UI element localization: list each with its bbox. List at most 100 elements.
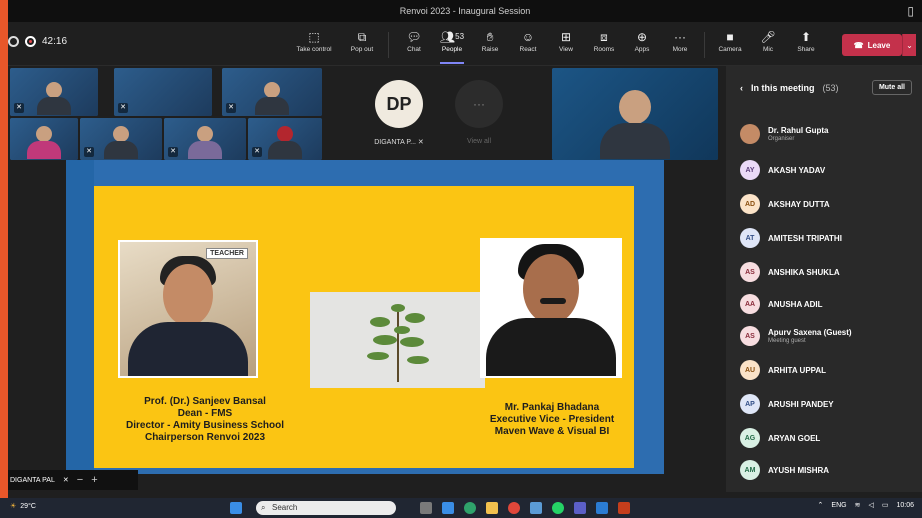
mic-off-icon: ✕ <box>226 103 236 113</box>
search-icon: ⌕ <box>261 503 266 512</box>
participant-item[interactable]: AD AKSHAY DUTTA <box>740 194 830 214</box>
word-icon[interactable] <box>596 502 608 514</box>
participant-tile[interactable]: ✕ <box>164 118 246 160</box>
system-tray: ⌃ ENG ≋ ◁ ▭ 10:06 <box>818 501 914 510</box>
participant-count: (53) <box>822 83 839 93</box>
zoom-in-button[interactable]: + <box>91 474 97 486</box>
timer-text: 42:16 <box>42 36 68 47</box>
speaker-photo-left: TEACHER <box>118 240 258 378</box>
avatar: DP <box>375 80 423 128</box>
lang-indicator[interactable]: ENG <box>831 502 846 509</box>
participant-video <box>27 126 61 160</box>
participant-item[interactable]: AT AMITESH TRIPATHI <box>740 228 842 248</box>
phone-icon: ☎ <box>853 40 864 50</box>
pop-out-button[interactable]: ⧉ Pop out <box>342 28 382 60</box>
participant-item[interactable]: AU ARHITA UPPAL <box>740 360 826 380</box>
participants-panel: ‹ In this meeting (53) Mute all Dr. Rahu… <box>726 66 922 492</box>
participant-item[interactable]: AS ANSHIKA SHUKLA <box>740 262 840 282</box>
weather-widget[interactable]: ☀ 29°C <box>10 502 36 511</box>
mic-icon: 🎤︎ <box>760 30 776 44</box>
chevron-left-icon[interactable]: ‹ <box>740 83 743 93</box>
participant-item[interactable]: Dr. Rahul Gupta Organiser <box>740 124 828 144</box>
participant-item[interactable]: AP ARUSHI PANDEY <box>740 394 834 414</box>
participant-item[interactable]: AM AYUSH MISHRA <box>740 460 829 480</box>
participant-item[interactable]: AY AKASH YADAV <box>740 160 825 180</box>
share-button[interactable]: ⬆ Share <box>786 28 826 60</box>
leave-button[interactable]: ☎ Leave <box>842 34 902 56</box>
more-button[interactable]: ··· More <box>660 28 700 60</box>
zoom-out-button[interactable]: − <box>77 474 83 486</box>
chrome-icon[interactable] <box>508 502 520 514</box>
participant-item[interactable]: AG ARYAN GOEL <box>740 428 820 448</box>
mic-off-icon: ✕ <box>168 147 178 157</box>
taskbar-search[interactable]: ⌕ Search <box>256 501 396 515</box>
participant-tile[interactable]: ✕ <box>222 68 322 116</box>
participant-video <box>255 82 289 116</box>
avatar: AY <box>740 160 760 180</box>
meeting-timer: 42:16 <box>8 36 67 47</box>
participant-tile[interactable]: ✕ <box>10 68 98 116</box>
participant-tile-avatar[interactable]: DP DIGANTA P... ✕ <box>354 80 444 150</box>
avatar: AU <box>740 360 760 380</box>
rooms-button[interactable]: ⧈ Rooms <box>584 28 624 60</box>
chat-icon: 💬︎ <box>406 30 422 44</box>
take-control-button[interactable]: ⬚ Take control <box>294 28 334 60</box>
react-button[interactable]: ☺ React <box>508 28 548 60</box>
ellipsis-icon: ··· <box>674 30 686 44</box>
avatar: AG <box>740 428 760 448</box>
people-button[interactable]: 👥︎53 People <box>432 28 472 64</box>
participant-item[interactable]: AA ANUSHA ADIL <box>740 294 823 314</box>
participant-tile[interactable] <box>10 118 78 160</box>
participant-item[interactable]: AS Apurv Saxena (Guest) Meeting guest <box>740 326 852 346</box>
wifi-icon[interactable]: ≋ <box>855 501 861 509</box>
avatar: AS <box>740 326 760 346</box>
mute-all-button[interactable]: Mute all <box>871 80 912 95</box>
view-button[interactable]: ⊞ View <box>546 28 586 60</box>
chevron-up-icon[interactable]: ⌃ <box>818 501 824 509</box>
avatar: AS <box>740 262 760 282</box>
participant-tile[interactable]: ✕ <box>114 68 212 116</box>
chat-button[interactable]: 💬︎ Chat <box>394 28 434 60</box>
left-speaker-caption: Prof. (Dr.) Sanjeev Bansal Dean - FMS Di… <box>126 396 284 443</box>
participant-tile[interactable]: ✕ <box>248 118 322 160</box>
file-explorer-icon[interactable] <box>486 502 498 514</box>
edge-icon[interactable] <box>464 502 476 514</box>
mic-off-icon: ✕ <box>14 103 24 113</box>
window-control-icon[interactable]: ▯ <box>907 0 914 22</box>
mic-off-icon: ✕ <box>84 147 94 157</box>
view-all-tile[interactable]: ··· View all <box>444 80 514 150</box>
teams-icon[interactable] <box>574 502 586 514</box>
whatsapp-icon[interactable] <box>552 502 564 514</box>
chat-app-icon[interactable] <box>442 502 454 514</box>
task-view-icon[interactable] <box>420 502 432 514</box>
raise-hand-button[interactable]: ✋︎ Raise <box>470 28 510 60</box>
mic-off-icon: ✕ <box>252 147 262 157</box>
camera-button[interactable]: ■ Camera <box>710 28 750 60</box>
apps-button[interactable]: ⊕ Apps <box>622 28 662 60</box>
rooms-icon: ⧈ <box>600 30 608 44</box>
speaker-tile[interactable] <box>552 68 718 160</box>
powerpoint-icon[interactable] <box>618 502 630 514</box>
avatar: AA <box>740 294 760 314</box>
people-count: 53 <box>455 32 465 41</box>
leave-options-chevron-icon[interactable]: ⌄ <box>902 34 916 56</box>
shared-screen: TEACHER Prof. (Dr.) Sanjeev Bansal Dean … <box>66 160 664 474</box>
avatar: AM <box>740 460 760 480</box>
volume-icon[interactable]: ◁ <box>868 501 873 509</box>
mic-off-icon: ✕ <box>417 139 424 146</box>
people-icon: 👥︎53 <box>439 30 465 44</box>
recording-icon <box>25 36 36 47</box>
self-view-bar: DIGANTA PAL ✕ − + <box>8 470 138 490</box>
toolbar-divider <box>388 32 389 58</box>
windows-taskbar: ☀ 29°C ⌕ Search ⌃ ENG ≋ ◁ ▭ 10:06 <box>0 498 922 518</box>
mic-button[interactable]: 🎤︎ Mic <box>748 28 788 60</box>
smiley-icon: ☺ <box>521 30 535 44</box>
clock[interactable]: 10:06 <box>896 502 914 509</box>
plus-icon: ⊕ <box>636 30 648 44</box>
teacher-sign: TEACHER <box>206 248 248 259</box>
participant-tile[interactable]: ✕ <box>80 118 162 160</box>
windows-start-icon[interactable] <box>230 502 242 514</box>
app-icon[interactable] <box>530 502 542 514</box>
grid-icon: ⊞ <box>560 30 572 44</box>
battery-icon[interactable]: ▭ <box>882 501 889 509</box>
